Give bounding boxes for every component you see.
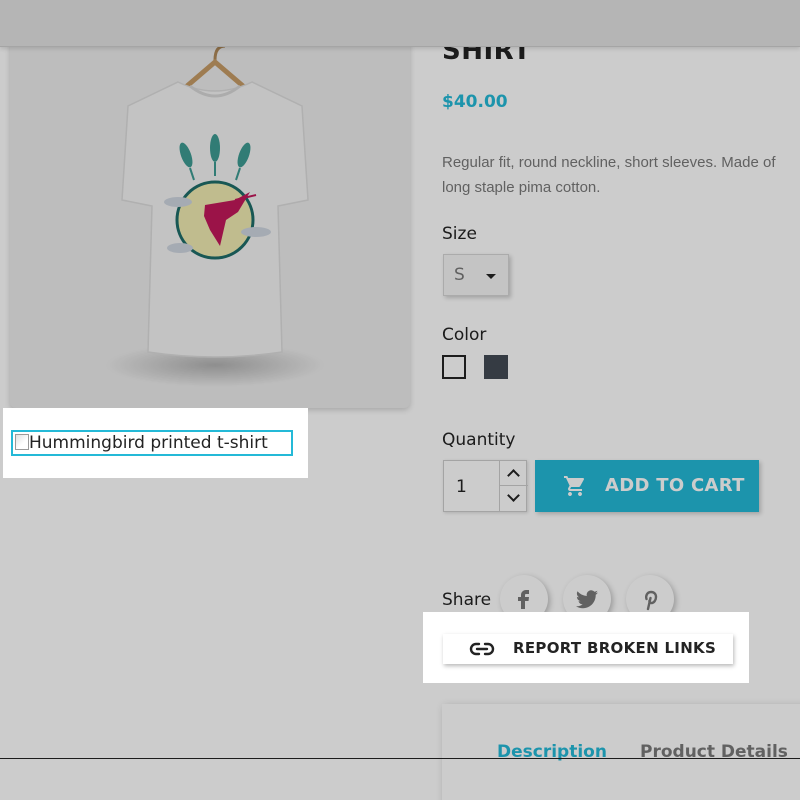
caret-down-icon: [486, 274, 496, 279]
quantity-input[interactable]: 1: [456, 477, 467, 497]
product-price: $40.00: [442, 92, 508, 112]
pinterest-icon: [645, 590, 658, 611]
report-broken-links-button[interactable]: REPORT BROKEN LINKS: [443, 634, 733, 664]
page: SHIRT $40.00 Regular fit, round neckline…: [0, 0, 800, 800]
highlight-broken-image: Hummingbird printed t-shirt: [3, 408, 308, 478]
report-broken-links-label: REPORT BROKEN LINKS: [513, 639, 717, 657]
tab-description[interactable]: Description: [497, 742, 607, 762]
highlight-report-broken-links: REPORT BROKEN LINKS: [423, 612, 749, 683]
color-label: Color: [442, 325, 487, 345]
twitter-icon: [576, 590, 598, 609]
facebook-icon: [518, 590, 529, 609]
image-alt-text: Hummingbird printed t-shirt: [29, 433, 268, 453]
product-cover-image[interactable]: [10, 20, 410, 408]
description-line: Regular fit, round neckline, short sleev…: [442, 154, 776, 171]
add-to-cart-label: ADD TO CART: [605, 475, 745, 496]
quantity-label: Quantity: [442, 430, 516, 450]
header-bar: [0, 0, 800, 47]
quantity-stepper[interactable]: 1: [443, 460, 528, 512]
broken-image-icon: [15, 434, 29, 450]
quantity-stepper-buttons: [499, 461, 528, 511]
color-swatch-white[interactable]: [442, 355, 466, 379]
product-description: Regular fit, round neckline, short sleev…: [442, 150, 800, 200]
size-select[interactable]: S: [443, 254, 509, 296]
shopping-cart-icon: [564, 476, 585, 496]
chevron-down-icon: [507, 489, 520, 502]
size-selected-value: S: [454, 265, 465, 285]
tab-product-details[interactable]: Product Details: [640, 742, 788, 762]
divider: [0, 758, 800, 759]
color-swatch-black[interactable]: [484, 355, 508, 379]
tshirt-image: [105, 44, 325, 387]
chevron-up-icon: [507, 469, 520, 482]
share-label: Share: [442, 590, 492, 610]
quantity-increase-button[interactable]: [500, 461, 528, 486]
broken-image-alt[interactable]: Hummingbird printed t-shirt: [11, 430, 293, 456]
description-line: long staple pima cotton.: [442, 179, 601, 196]
quantity-decrease-button[interactable]: [500, 486, 528, 511]
size-label: Size: [442, 224, 477, 244]
link-icon: [469, 642, 495, 656]
add-to-cart-button[interactable]: ADD TO CART: [535, 460, 759, 512]
product-tabs: Description Product Details: [442, 704, 800, 800]
